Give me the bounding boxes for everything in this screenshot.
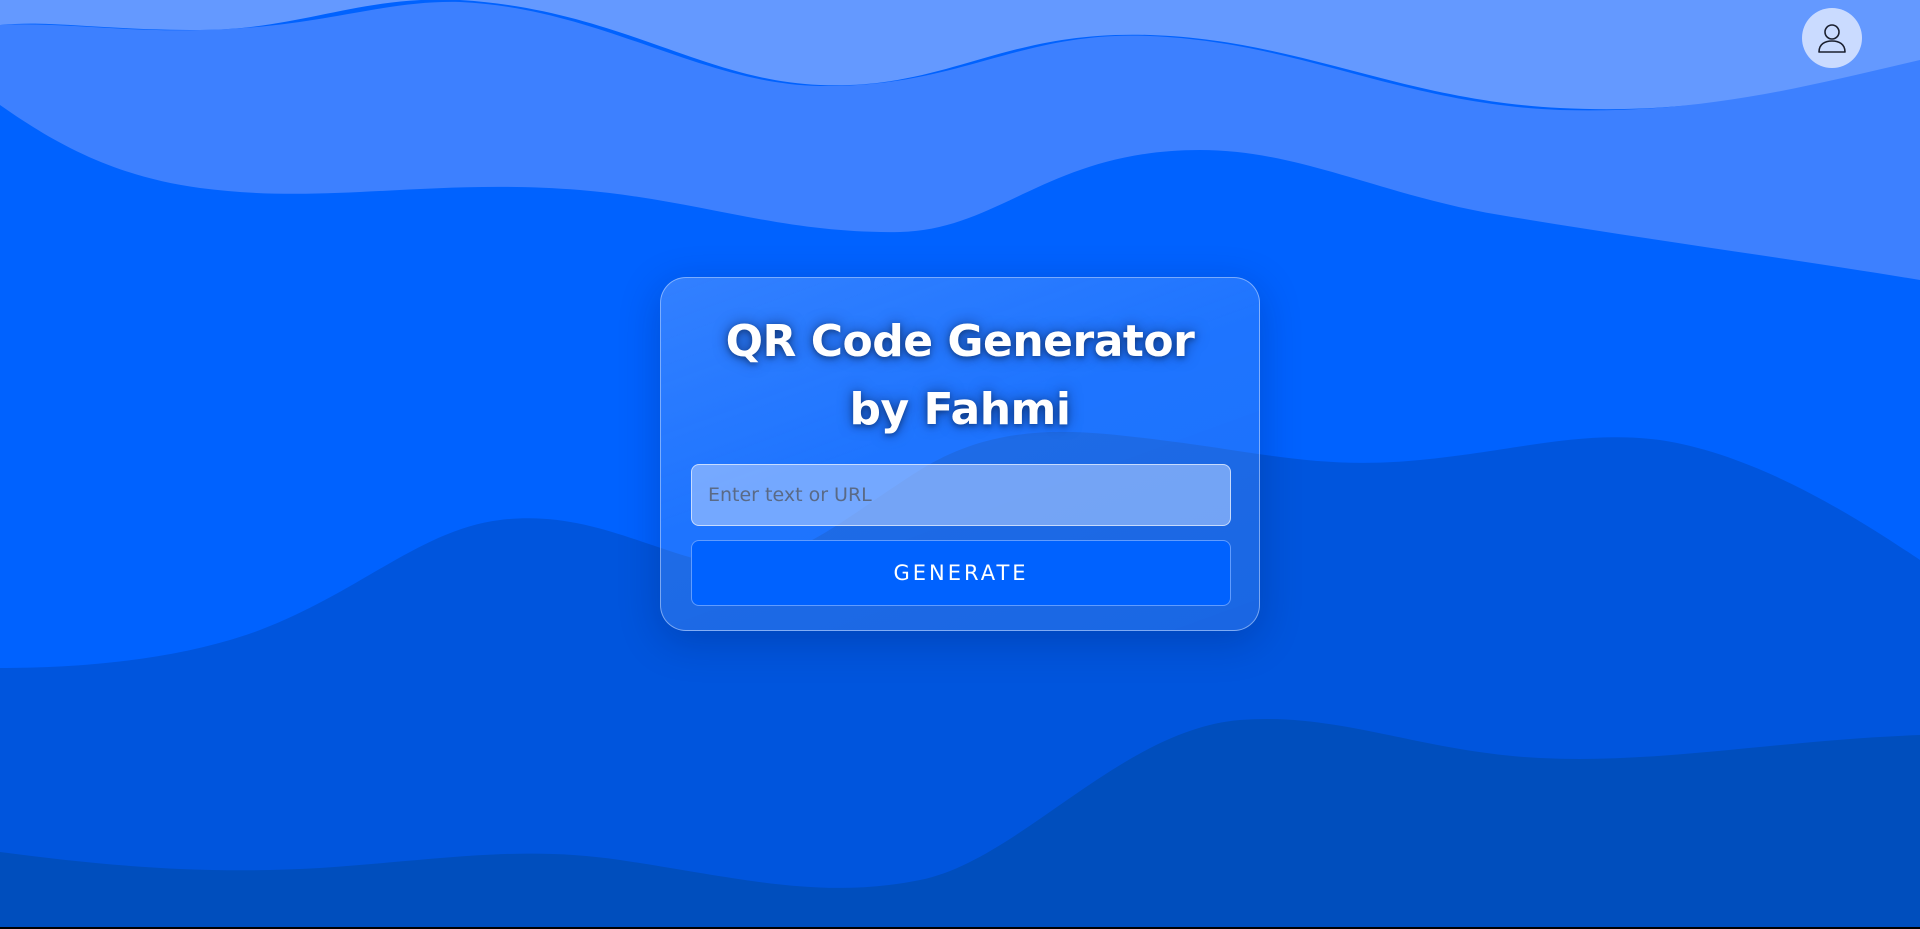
profile-button[interactable]: [1802, 8, 1862, 68]
page-title: QR Code Generator by Fahmi: [725, 316, 1195, 435]
generate-button[interactable]: GENERATE: [691, 540, 1231, 606]
user-icon: [1818, 24, 1846, 53]
qr-generator-card: QR Code Generator by Fahmi GENERATE: [660, 277, 1260, 631]
page-background: QR Code Generator by Fahmi GENERATE: [0, 0, 1920, 929]
text-url-input[interactable]: [691, 464, 1231, 526]
